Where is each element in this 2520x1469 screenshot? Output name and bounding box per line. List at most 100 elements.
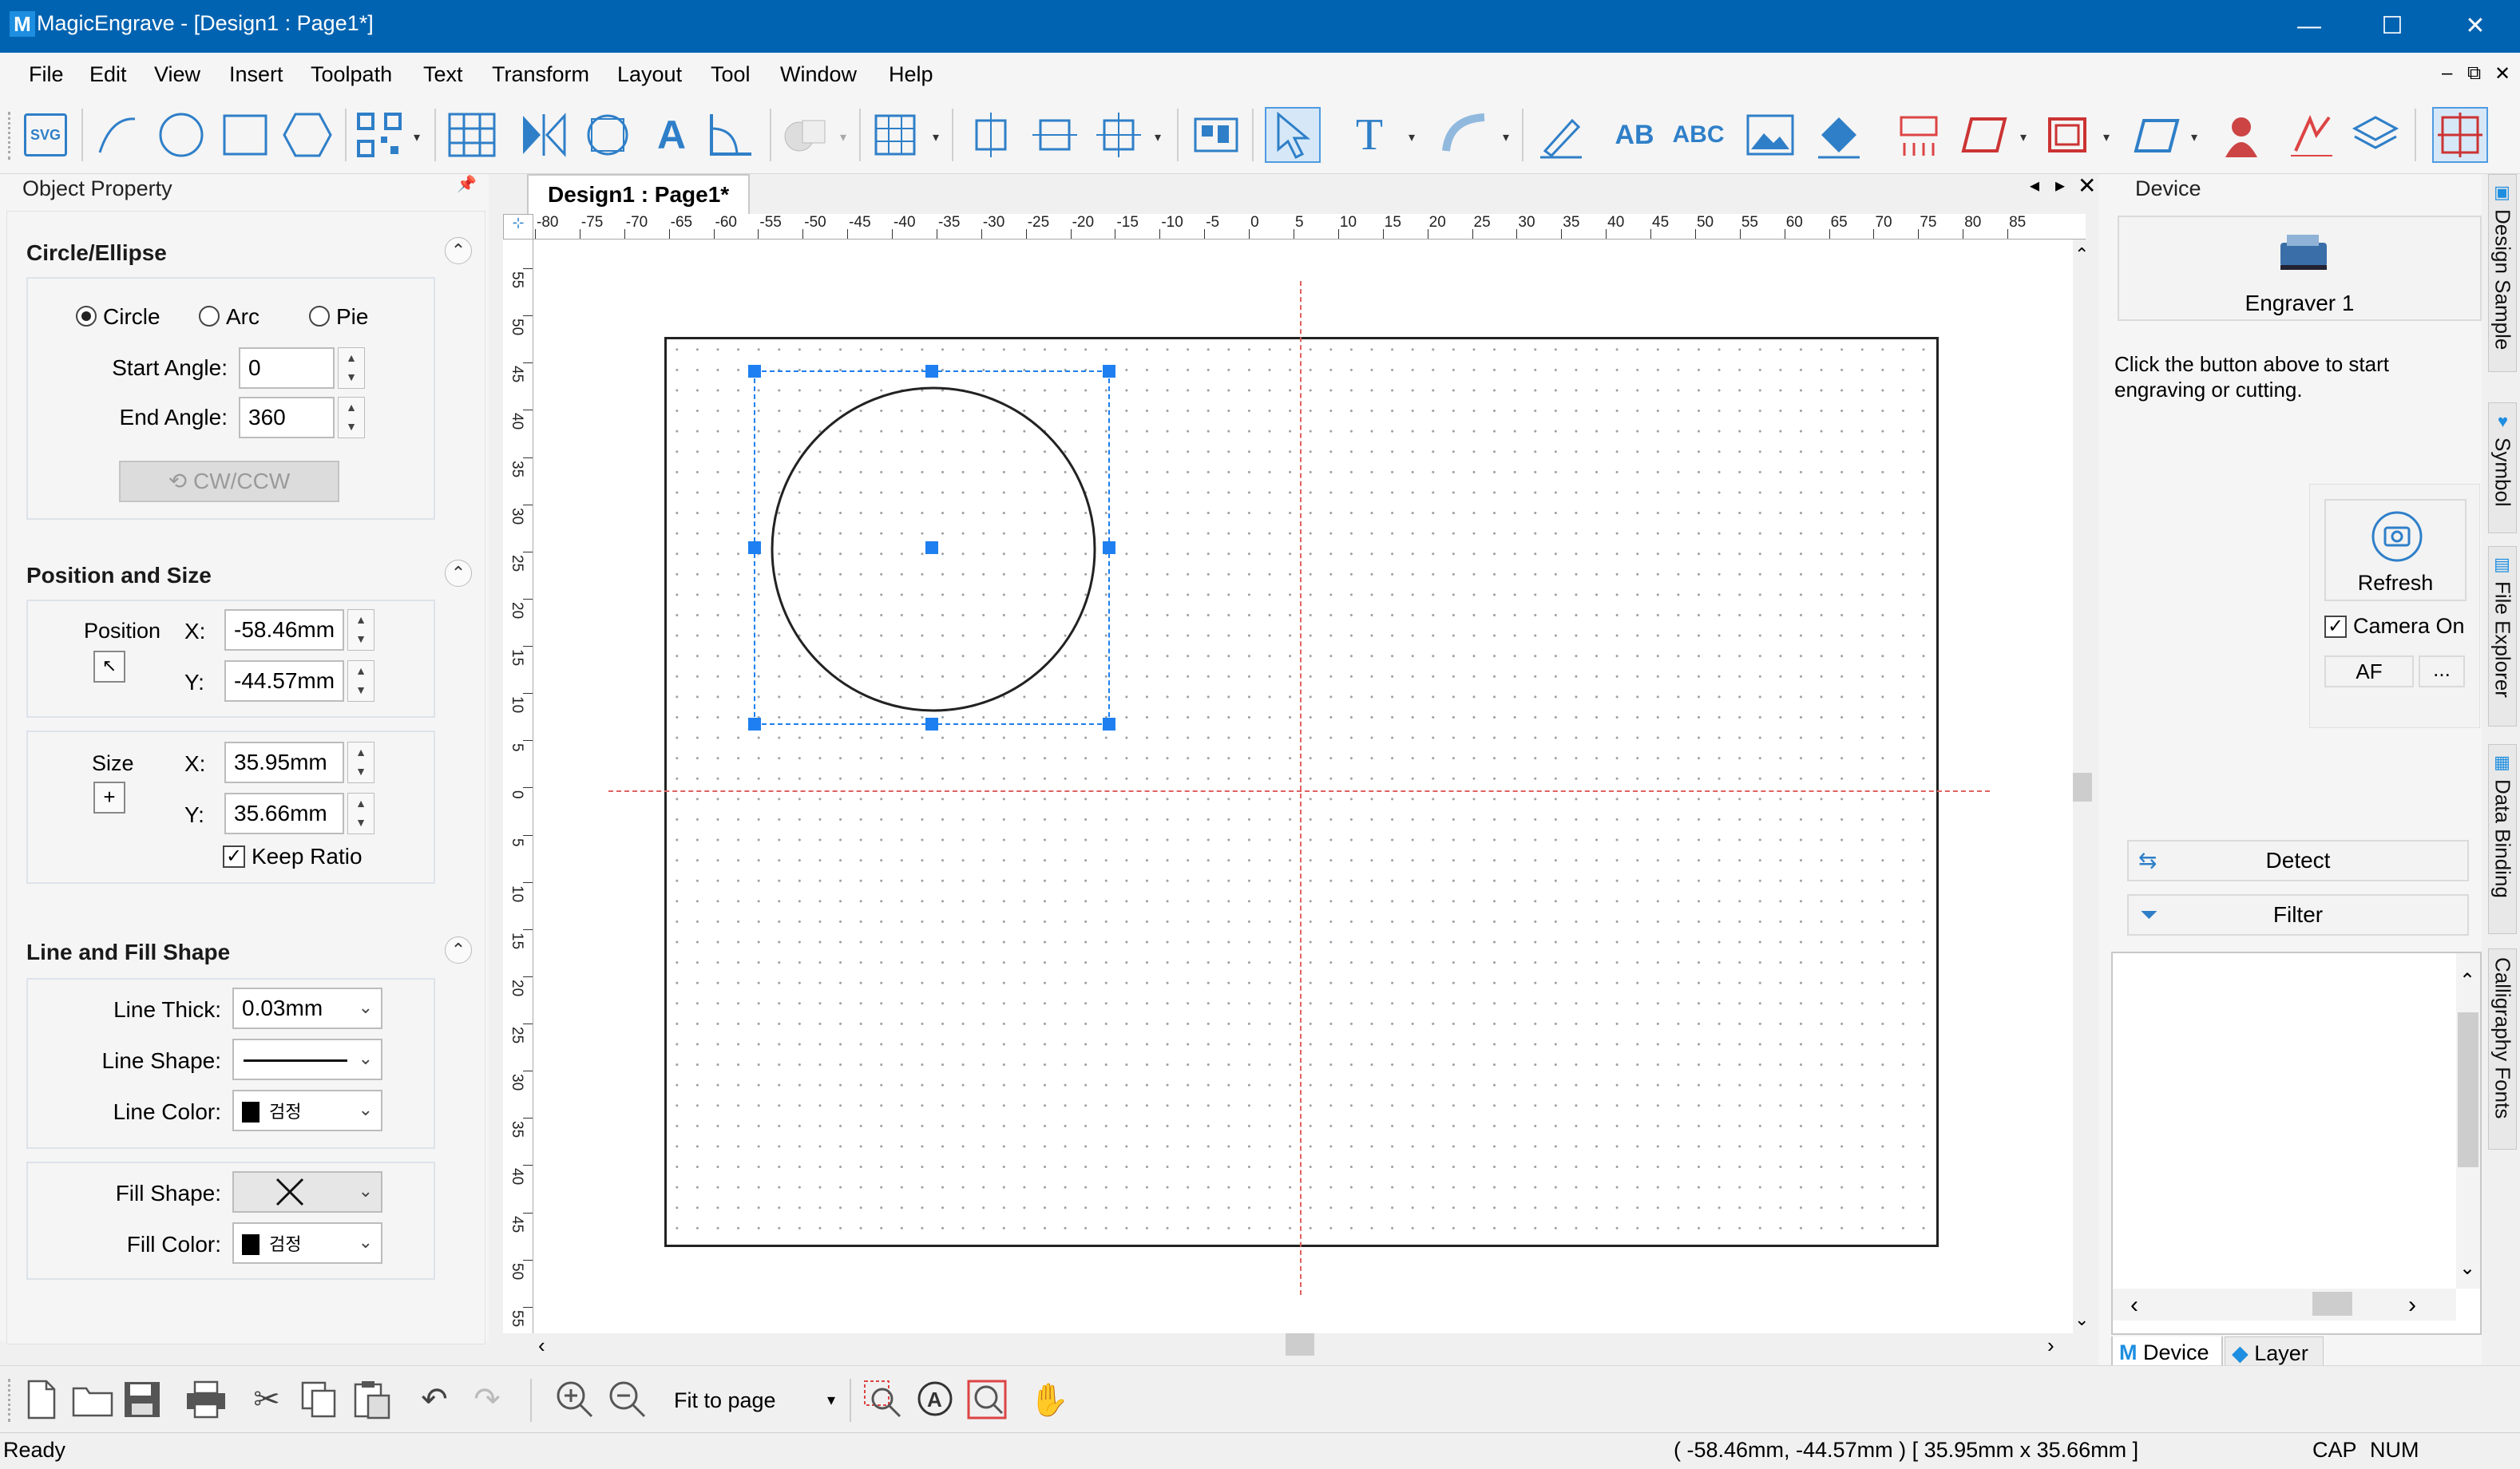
pan-button[interactable]: ✋	[1025, 1376, 1073, 1423]
save-button[interactable]	[118, 1376, 166, 1423]
select-tool-button[interactable]	[1265, 107, 1321, 163]
more-button[interactable]: ...	[2419, 655, 2465, 687]
menu-help[interactable]: Help	[889, 62, 933, 87]
radio-pie[interactable]	[309, 306, 330, 327]
resize-handle-s[interactable]	[925, 718, 938, 731]
design-canvas[interactable]	[533, 240, 2073, 1333]
arc-text-button[interactable]	[1437, 107, 1493, 163]
resize-handle-w[interactable]	[748, 541, 761, 554]
line-color-select[interactable]: 검정 ⌄	[232, 1090, 382, 1131]
redo-button[interactable]: ↷	[463, 1376, 511, 1423]
align-center-button[interactable]	[963, 107, 1019, 163]
qrcode-button[interactable]	[351, 107, 407, 163]
curve-tool-button[interactable]	[89, 107, 145, 163]
open-file-button[interactable]	[69, 1376, 117, 1423]
size-y-input[interactable]: 35.66mm	[224, 793, 344, 834]
af-button[interactable]: AF	[2324, 655, 2414, 687]
align-button[interactable]	[1091, 107, 1147, 163]
tab-symbol[interactable]: ♥ Symbol	[2488, 402, 2517, 533]
scroll-left-icon[interactable]: ‹	[538, 1333, 545, 1358]
grid-array-button[interactable]	[867, 107, 923, 163]
end-angle-input[interactable]: 360	[239, 397, 335, 438]
align-dropdown-arrow[interactable]: ▾	[1155, 129, 1166, 145]
menu-view[interactable]: View	[154, 62, 200, 87]
tab-scroll-right-icon[interactable]: ▸	[2055, 174, 2065, 197]
scroll-up-icon[interactable]: ⌃	[2074, 244, 2089, 265]
line-thick-select[interactable]: 0.03mm ⌄	[232, 988, 382, 1029]
collapse-circle-icon[interactable]: ⌃	[445, 237, 472, 264]
circular-text-button[interactable]	[580, 107, 636, 163]
selection-box[interactable]	[748, 365, 1115, 731]
list-hscroll-thumb[interactable]	[2312, 1292, 2352, 1316]
zoom-object-button[interactable]: A	[912, 1376, 960, 1423]
detect-button[interactable]: ⇆ Detect	[2127, 840, 2469, 881]
tab-design1-page1[interactable]: Design1 : Page1*	[527, 174, 751, 214]
bevel-dropdown-arrow[interactable]: ▾	[2191, 129, 2202, 145]
bevel-button[interactable]	[2129, 107, 2185, 163]
menu-text[interactable]: Text	[423, 62, 463, 87]
refresh-button[interactable]: Refresh	[2324, 499, 2467, 601]
radio-circle[interactable]	[76, 306, 97, 327]
list-scroll-thumb[interactable]	[2458, 1012, 2478, 1167]
tab-design-sample[interactable]: ▣ Design Sample	[2488, 174, 2517, 372]
menu-edit[interactable]: Edit	[89, 62, 127, 87]
mdi-close-button[interactable]: ✕	[2494, 62, 2510, 85]
pos-y-input[interactable]: -44.57mm	[224, 660, 344, 702]
text-frame-button[interactable]: A	[644, 107, 699, 163]
fill-button[interactable]	[1811, 107, 1867, 163]
polygon-tool-button[interactable]	[279, 107, 335, 163]
start-angle-input[interactable]: 0	[239, 347, 335, 389]
engrave-path-button[interactable]	[2284, 107, 2340, 163]
image-button[interactable]	[1742, 107, 1798, 163]
layer-stack-button[interactable]	[2348, 107, 2403, 163]
text-abc-button[interactable]: ABC	[1670, 107, 1726, 163]
offset-button[interactable]	[2039, 107, 2095, 163]
text-ab-button[interactable]: AB	[1607, 107, 1662, 163]
photo-engrave-button[interactable]	[2213, 107, 2269, 163]
list-scroll-down-icon[interactable]: ⌄	[2459, 1257, 2475, 1280]
pos-x-input[interactable]: -58.46mm	[224, 609, 344, 651]
pos-y-spinner[interactable]: ▲ ▼	[347, 660, 374, 702]
list-scroll-right-icon[interactable]: ›	[2408, 1292, 2416, 1319]
group-button[interactable]	[1188, 107, 1244, 163]
camera-on-checkbox[interactable]: ✓	[2324, 616, 2347, 638]
pin-icon[interactable]: 📌	[457, 174, 477, 194]
menu-file[interactable]: File	[29, 62, 64, 87]
cut-button[interactable]: ✂	[243, 1376, 291, 1423]
resize-handle-nw[interactable]	[748, 365, 761, 378]
menu-window[interactable]: Window	[780, 62, 857, 87]
grid-array-dropdown-arrow[interactable]: ▾	[933, 129, 944, 145]
resize-handle-ne[interactable]	[1103, 365, 1115, 378]
vertical-scroll-thumb[interactable]	[2073, 773, 2092, 802]
zoom-select[interactable]: Fit to page ▾	[664, 1380, 842, 1420]
line-shape-select[interactable]: ⌄	[232, 1039, 382, 1080]
paste-button[interactable]	[348, 1376, 396, 1423]
outline-dropdown-arrow[interactable]: ▾	[2020, 129, 2031, 145]
vertical-scrollbar[interactable]: ⌃ ⌄	[2073, 240, 2092, 1333]
collapse-position-icon[interactable]: ⌃	[445, 560, 472, 587]
minimize-button[interactable]: —	[2268, 0, 2351, 53]
size-y-spinner[interactable]: ▲ ▼	[347, 793, 374, 834]
close-button[interactable]: ✕	[2434, 0, 2517, 53]
collapse-line-icon[interactable]: ⌃	[445, 936, 472, 964]
text-tool-button[interactable]: T	[1341, 107, 1397, 163]
menu-insert[interactable]: Insert	[229, 62, 283, 87]
bottom-toolbar-grip[interactable]	[8, 1379, 13, 1422]
mdi-restore-button[interactable]: ⧉	[2467, 62, 2481, 85]
list-scroll-left-icon[interactable]: ‹	[2130, 1292, 2138, 1319]
outline-button[interactable]	[1956, 107, 2012, 163]
svg-import-button[interactable]: SVG	[18, 107, 73, 163]
align-horizontal-button[interactable]	[1027, 107, 1083, 163]
list-scroll-up-icon[interactable]: ⌃	[2459, 969, 2475, 992]
shape-combine-dropdown-arrow[interactable]: ▾	[840, 129, 851, 145]
menu-toolpath[interactable]: Toolpath	[311, 62, 392, 87]
horizontal-scrollbar[interactable]: ‹ ›	[533, 1333, 2073, 1358]
corner-tool-button[interactable]	[703, 107, 759, 163]
menu-layout[interactable]: Layout	[617, 62, 682, 87]
undo-button[interactable]: ↶	[410, 1376, 458, 1423]
tab-scroll-left-icon[interactable]: ◂	[2030, 174, 2039, 197]
crosshair-toggle-button[interactable]	[2432, 107, 2488, 163]
start-angle-spinner[interactable]: ▲ ▼	[338, 347, 365, 389]
zoom-page-button[interactable]	[963, 1376, 1011, 1423]
position-anchor-icon[interactable]: ↖	[93, 651, 125, 683]
